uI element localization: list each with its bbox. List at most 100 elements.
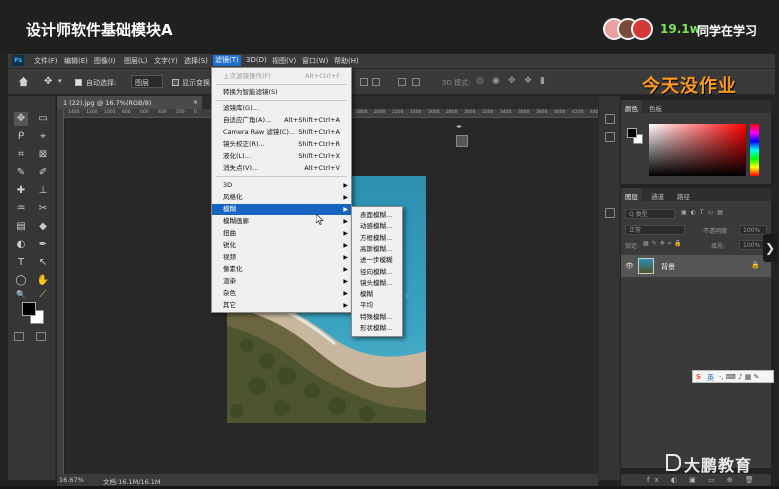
eyedropper-tool-icon[interactable]: ✎ <box>14 166 28 180</box>
tab-channels[interactable]: 通道 <box>647 188 668 201</box>
color-panel-foreground[interactable] <box>627 128 637 138</box>
menu-file[interactable]: 文件(F) <box>34 56 58 66</box>
history-icon[interactable] <box>605 114 615 124</box>
ime-tools[interactable]: ·, ⌨ ♪ ▦ ✎ <box>719 373 759 381</box>
hue-slider[interactable] <box>750 124 759 176</box>
quick-mask-icon[interactable] <box>14 332 24 341</box>
blur-submenu-item[interactable]: 方框模糊... <box>352 233 402 244</box>
healing-tool-icon[interactable]: ✚ <box>14 184 28 198</box>
filter-menu-item[interactable]: 液化(L)... Shift+Ctrl+X <box>212 151 351 162</box>
opacity-field[interactable]: 100% <box>739 225 767 235</box>
chevron-down-icon[interactable]: ▾ <box>58 77 62 85</box>
expand-panel-button[interactable]: ❯ <box>763 234 777 262</box>
hand-tool-icon[interactable]: ✋ <box>36 274 50 288</box>
blur-submenu-item[interactable]: 高斯模糊... <box>352 244 402 255</box>
3d-roll-icon[interactable]: ◉ <box>492 76 500 86</box>
vertical-ruler[interactable] <box>57 109 64 474</box>
eraser-tool-icon[interactable]: ✂ <box>36 202 50 216</box>
menu-window[interactable]: 窗口(W) <box>302 56 328 66</box>
filter-menu-item[interactable]: 滤镜库(G)... <box>212 103 351 114</box>
menu-type[interactable]: 文字(Y) <box>154 56 178 66</box>
align-left-icon[interactable] <box>360 78 368 86</box>
filter-menu-item[interactable]: 自适应广角(A)... Alt+Shift+Ctrl+A <box>212 115 351 126</box>
crop-tool-icon[interactable]: ⌗ <box>14 148 28 162</box>
filter-menu-item[interactable]: 像素化 ▶ <box>212 264 351 275</box>
move-tool-icon[interactable]: ✥ <box>44 76 52 87</box>
dodge-tool-icon[interactable]: ◐ <box>14 238 28 252</box>
gradient-tool-icon[interactable]: ▤ <box>14 220 28 234</box>
filter-menu-item[interactable]: 锐化 ▶ <box>212 240 351 251</box>
3d-orbit-icon[interactable]: ◎ <box>476 76 484 86</box>
blur-submenu-item[interactable]: 镜头模糊... <box>352 278 402 289</box>
layer-kind-filter[interactable]: Q 类型 <box>625 209 675 219</box>
blur-submenu-item[interactable]: 径向模糊... <box>352 267 402 278</box>
blur-submenu-item[interactable]: 形状模糊... <box>352 323 402 334</box>
menu-image[interactable]: 图像(I) <box>94 56 116 66</box>
blur-submenu-item[interactable]: 平均 <box>352 300 402 311</box>
filter-menu-item[interactable]: 风格化 ▶ <box>212 192 351 203</box>
filter-menu-item[interactable]: 镜头校正(R)... Shift+Ctrl+R <box>212 139 351 150</box>
filter-menu-item[interactable]: 转换为智能滤镜(S) <box>212 87 351 98</box>
3d-scale-icon[interactable]: ▮ <box>540 76 545 86</box>
blend-mode-dropdown[interactable]: 正常 <box>625 225 685 235</box>
blur-tool-icon[interactable]: ◆ <box>36 220 50 234</box>
show-transform-checkbox[interactable] <box>172 79 179 86</box>
banana-icon[interactable]: ⟋ <box>36 288 50 302</box>
ellipse-tool-icon[interactable]: ◯ <box>14 274 28 288</box>
tab-color[interactable]: 颜色 <box>621 100 642 113</box>
filter-menu-item[interactable]: 其它 ▶ <box>212 300 351 311</box>
ime-language[interactable]: 英 <box>707 373 714 383</box>
menu-3d[interactable]: 3D(D) <box>246 56 267 64</box>
3d-slide-icon[interactable]: ❖ <box>524 76 532 86</box>
tab-paths[interactable]: 路径 <box>673 188 694 201</box>
zoom-level[interactable]: 16.67% <box>59 476 84 484</box>
auto-select-dropdown[interactable]: 图层 <box>131 75 163 88</box>
blur-submenu-item[interactable]: 进一步模糊 <box>352 255 402 266</box>
filter-menu-item[interactable]: 渲染 ▶ <box>212 276 351 287</box>
filter-menu-item[interactable]: 视频 ▶ <box>212 252 351 263</box>
path-select-tool-icon[interactable]: ↖ <box>36 256 50 270</box>
screen-mode-icon[interactable] <box>36 332 46 341</box>
distribute-icon[interactable] <box>412 78 420 86</box>
menu-edit[interactable]: 编辑(E) <box>64 56 88 66</box>
document-tab[interactable]: 1 (22).jpg @ 16.7%(RGB/8) × <box>57 96 202 109</box>
close-icon[interactable]: × <box>193 99 198 106</box>
filter-menu-item[interactable]: 扭曲 ▶ <box>212 228 351 239</box>
layer-row[interactable]: 👁 背景 🔒 <box>621 255 771 277</box>
eye-icon[interactable]: 👁 <box>625 262 634 270</box>
layer-actions[interactable]: fx ◐ ▣ ▭ ⊕ 🗑 <box>647 476 759 484</box>
menu-filter[interactable]: 滤镜(T) <box>213 55 241 66</box>
filter-menu-item[interactable]: 3D ▶ <box>212 180 351 191</box>
brush-tool-icon[interactable]: ✐ <box>36 166 50 180</box>
blur-submenu-item[interactable]: 动感模糊... <box>352 221 402 232</box>
menu-help[interactable]: 帮助(H) <box>334 56 359 66</box>
stamp-tool-icon[interactable]: ⊥ <box>36 184 50 198</box>
filter-menu-item[interactable]: 杂色 ▶ <box>212 288 351 299</box>
filter-menu-item[interactable]: 模糊 ▶ <box>212 204 351 215</box>
blur-submenu-item[interactable]: 表面模糊... <box>352 210 402 221</box>
filter-menu-item[interactable]: 消失点(V)... Alt+Ctrl+V <box>212 163 351 174</box>
foreground-color-swatch[interactable] <box>22 302 36 316</box>
filter-menu-item[interactable]: 上次滤镜操作(F) Alt+Ctrl+F <box>212 71 351 82</box>
filter-menu-item[interactable]: Camera Raw 滤镜(C)... Shift+Ctrl+A <box>212 127 351 138</box>
auto-select-checkbox[interactable] <box>75 79 82 86</box>
properties-icon[interactable] <box>605 132 615 142</box>
tab-swatches[interactable]: 色板 <box>645 100 666 113</box>
adjustments-icon[interactable] <box>605 208 615 218</box>
home-icon[interactable] <box>18 76 29 87</box>
type-tool-icon[interactable]: T <box>14 256 28 270</box>
layer-filter-icons[interactable]: ▣◐T▭▤ <box>681 209 727 216</box>
pen-tool-icon[interactable]: ✒ <box>36 238 50 252</box>
menu-select[interactable]: 选择(S) <box>184 56 208 66</box>
3d-pan-icon[interactable]: ✥ <box>508 76 516 86</box>
zoom-tool-icon[interactable]: 🔍 <box>14 288 28 302</box>
align-center-icon[interactable] <box>372 78 380 86</box>
move-tool-icon[interactable]: ✥ <box>14 112 28 126</box>
lock-icons[interactable]: ▦✎✥⌗🔒 <box>643 240 685 248</box>
marquee-tool-icon[interactable]: ▭ <box>36 112 50 126</box>
blur-submenu-item[interactable]: 特殊模糊... <box>352 312 402 323</box>
quick-select-tool-icon[interactable]: ⌖ <box>36 130 50 144</box>
tab-layers[interactable]: 图层 <box>621 188 642 201</box>
frame-tool-icon[interactable]: ⊠ <box>36 148 50 162</box>
color-picker-field[interactable] <box>649 124 746 176</box>
